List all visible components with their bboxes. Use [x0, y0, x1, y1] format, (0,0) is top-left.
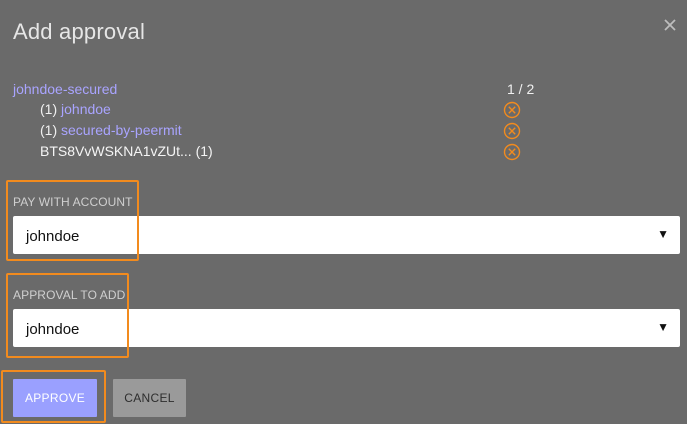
dialog-title: Add approval — [13, 19, 146, 44]
authority-weight: (1) — [40, 101, 58, 117]
authority-row: (1) secured-by-peermit — [40, 122, 182, 138]
close-icon[interactable] — [661, 16, 679, 34]
authority-account-link[interactable]: johndoe — [61, 101, 111, 117]
authority-row: BTS8VvWSKNA1vZUt... (1) — [40, 143, 213, 159]
approval-to-add-select[interactable]: johndoe ▼ — [13, 309, 680, 347]
cancel-button[interactable]: CANCEL — [113, 379, 186, 417]
authority-account-link[interactable]: johndoe-secured — [13, 81, 117, 97]
authority-row: (1) johndoe — [40, 101, 111, 117]
pay-with-account-label: PAY WITH ACCOUNT — [13, 195, 133, 209]
authority-key: BTS8VvWSKNA1vZUt... — [40, 143, 192, 159]
dropdown-arrow-icon: ▼ — [657, 227, 669, 241]
remove-circle-icon[interactable] — [503, 143, 521, 161]
threshold-status: 1 / 2 — [507, 81, 535, 97]
pay-with-account-value: johndoe — [26, 228, 80, 245]
approve-button[interactable]: APPROVE — [13, 379, 97, 417]
remove-circle-icon[interactable] — [503, 122, 521, 140]
approval-to-add-value: johndoe — [26, 321, 80, 338]
add-approval-dialog: Add approval johndoe-secured 1 / 2 (1) j… — [0, 0, 687, 424]
approval-to-add-label: APPROVAL TO ADD — [13, 288, 126, 302]
pay-with-account-select[interactable]: johndoe ▼ — [13, 216, 680, 254]
dropdown-arrow-icon: ▼ — [657, 320, 669, 334]
remove-circle-icon[interactable] — [503, 101, 521, 119]
authority-weight: (1) — [40, 122, 58, 138]
authority-account-link[interactable]: secured-by-peermit — [61, 122, 182, 138]
authority-weight: (1) — [195, 143, 213, 159]
